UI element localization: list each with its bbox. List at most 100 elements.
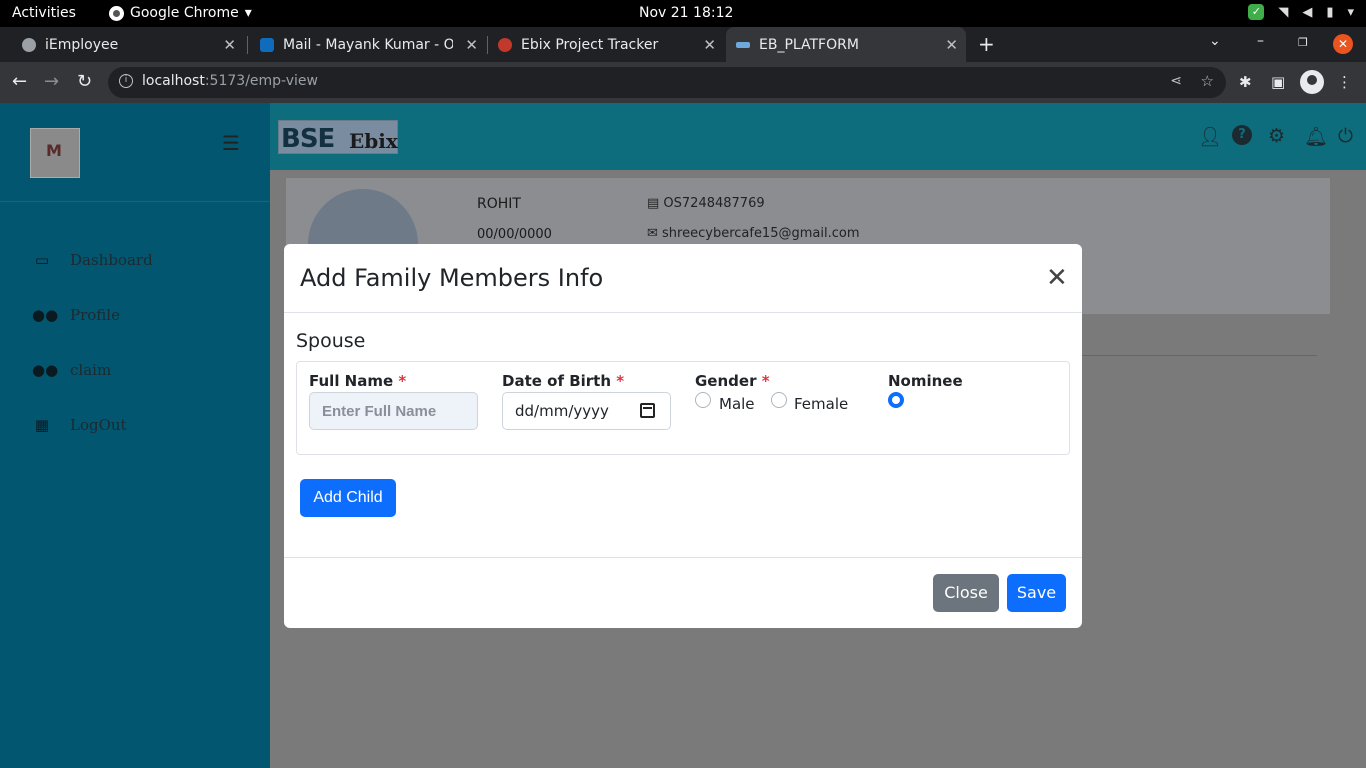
dob-input[interactable]: dd/mm/yyyy xyxy=(502,392,671,430)
company-logo: M xyxy=(30,128,80,178)
os-top-bar: Activities Google Chrome ▾ Nov 21 18:12 … xyxy=(0,0,1366,27)
spouse-form: Full Name * Date of Birth * dd/mm/yyyy G… xyxy=(296,361,1070,455)
url-text: localhost:5173/emp-view xyxy=(142,73,318,89)
brand-logo: BSE Ebix xyxy=(278,120,398,154)
label-text: Gender xyxy=(695,372,757,390)
gender-female-radio[interactable] xyxy=(771,392,787,408)
menu-dots-icon[interactable]: ⋮ xyxy=(1337,73,1352,91)
dob-label: Date of Birth * xyxy=(502,372,624,390)
app-menu[interactable]: Google Chrome ▾ xyxy=(109,5,252,21)
close-tab-icon[interactable]: ✕ xyxy=(945,36,958,54)
sidebar-item-logout[interactable]: ▦ LogOut xyxy=(32,413,127,437)
tab-project-tracker[interactable]: Ebix Project Tracker ✕ xyxy=(488,27,724,62)
gender-male-radio[interactable] xyxy=(695,392,711,408)
chrome-icon xyxy=(109,5,124,21)
gender-label: Gender * xyxy=(695,372,770,390)
sidebar-item-profile[interactable]: ●● Profile xyxy=(32,303,120,327)
save-button[interactable]: Save xyxy=(1007,574,1066,612)
profile-id: ▤ OS7248487769 xyxy=(647,196,765,211)
site-info-icon[interactable]: i xyxy=(119,74,133,88)
calendar-icon[interactable] xyxy=(640,403,655,418)
dashboard-icon: ▭ xyxy=(34,251,50,269)
sidebar-item-dashboard[interactable]: ▭ Dashboard xyxy=(32,248,153,272)
sidebar-item-claim[interactable]: ●● claim xyxy=(32,358,111,382)
new-tab-button[interactable]: + xyxy=(978,32,995,56)
tab-title: Mail - Mayank Kumar - Ou xyxy=(283,36,453,53)
users-icon: ●● xyxy=(32,306,59,324)
sidebar-item-label: LogOut xyxy=(70,416,127,434)
user-icon[interactable]: 👤︎ xyxy=(1198,125,1222,148)
label-text: Full Name xyxy=(309,372,394,390)
required-mark: * xyxy=(761,372,770,390)
close-icon[interactable]: ✕ xyxy=(1046,265,1068,291)
profile-email-value: shreecybercafe15@gmail.com xyxy=(662,226,860,241)
close-tab-icon[interactable]: ✕ xyxy=(465,36,478,54)
gender-female-label[interactable]: Female xyxy=(794,395,848,413)
check-icon[interactable]: ✓ xyxy=(1248,4,1265,20)
minimize-button[interactable]: – xyxy=(1257,33,1264,49)
grid-icon: ▦ xyxy=(34,416,50,434)
sidebar: M ☰ ▭ Dashboard ●● Profile ●● claim ▦ Lo… xyxy=(0,103,270,768)
brand-ebix: Ebix xyxy=(349,129,398,153)
settings-icon[interactable]: ⚙ xyxy=(1268,125,1285,147)
reload-icon[interactable]: ↻ xyxy=(77,71,92,92)
section-title-spouse: Spouse xyxy=(296,330,366,352)
logo-letter: M xyxy=(46,141,62,160)
id-card-icon: ▤ xyxy=(647,196,664,211)
restore-button[interactable]: ❐ xyxy=(1298,36,1308,49)
bell-icon[interactable]: 🔔︎ xyxy=(1304,125,1328,148)
browser-toolbar: ← → ↻ i localhost:5173/emp-view ⋖ ☆ ✱ ▣ … xyxy=(0,62,1366,103)
gender-male-label[interactable]: Male xyxy=(719,395,755,413)
envelope-icon: ✉ xyxy=(647,226,663,241)
modal-footer-divider xyxy=(284,557,1082,558)
volume-icon: ◀ xyxy=(1302,4,1313,20)
label-text: Date of Birth xyxy=(502,372,612,390)
sidebar-item-label: Dashboard xyxy=(70,251,153,269)
tab-iemployee[interactable]: iEmployee ✕ xyxy=(12,27,244,62)
share-icon[interactable]: ⋖ xyxy=(1170,73,1182,89)
tab-mail[interactable]: Mail - Mayank Kumar - Ou ✕ xyxy=(250,27,486,62)
full-name-label: Full Name * xyxy=(309,372,406,390)
hamburger-menu-icon[interactable]: ☰ xyxy=(222,131,240,155)
page-icon xyxy=(736,41,750,48)
sidebar-item-label: Profile xyxy=(70,306,120,324)
side-panel-icon[interactable]: ▣ xyxy=(1271,73,1285,91)
profile-avatar[interactable] xyxy=(1300,70,1324,94)
back-icon[interactable]: ← xyxy=(12,71,27,92)
sidebar-item-label: claim xyxy=(70,361,112,379)
clock[interactable]: Nov 21 18:12 xyxy=(639,5,733,21)
profile-id-value: OS7248487769 xyxy=(663,196,765,211)
tab-eb-platform[interactable]: EB_PLATFORM ✕ xyxy=(726,27,966,62)
window-close-button[interactable]: ✕ xyxy=(1333,34,1353,54)
extensions-icon[interactable]: ✱ xyxy=(1239,73,1252,91)
close-tab-icon[interactable]: ✕ xyxy=(223,36,236,54)
wifi-icon: ◥ xyxy=(1278,4,1289,20)
nominee-radio[interactable] xyxy=(888,392,904,408)
globe-icon xyxy=(22,37,36,52)
close-button[interactable]: Close xyxy=(933,574,999,612)
power-icon[interactable]: ⏻ xyxy=(1338,125,1353,147)
help-icon[interactable]: ? xyxy=(1232,125,1252,145)
modal-title: Add Family Members Info xyxy=(300,264,604,292)
tracker-icon xyxy=(498,37,512,52)
full-name-input[interactable] xyxy=(309,392,478,430)
close-tab-icon[interactable]: ✕ xyxy=(703,36,716,54)
add-child-button[interactable]: Add Child xyxy=(300,479,396,517)
bookmark-star-icon[interactable]: ☆ xyxy=(1201,72,1214,90)
address-bar[interactable]: i localhost:5173/emp-view ⋖ ☆ xyxy=(108,67,1226,98)
users-icon: ●● xyxy=(32,361,59,379)
nominee-label: Nominee xyxy=(888,372,963,390)
system-tray[interactable]: ✓ ◥ ◀ ▮ ▾ xyxy=(1248,4,1354,20)
caret-down-icon: ▾ xyxy=(244,5,252,21)
profile-dob: 00/00/0000 xyxy=(477,227,552,242)
required-mark: * xyxy=(616,372,625,390)
app-header: BSE Ebix 👤︎ ? ⚙ 🔔︎ ⏻ xyxy=(270,103,1366,170)
brand-bse: BSE xyxy=(281,124,335,154)
dob-value: dd/mm/yyyy xyxy=(515,402,609,420)
outlook-icon xyxy=(260,37,274,52)
url-path: :5173/emp-view xyxy=(204,73,318,89)
required-mark: * xyxy=(398,372,407,390)
activities-button[interactable]: Activities xyxy=(12,5,76,21)
forward-icon[interactable]: → xyxy=(44,71,59,92)
tab-search-icon[interactable]: ⌄ xyxy=(1209,33,1221,49)
